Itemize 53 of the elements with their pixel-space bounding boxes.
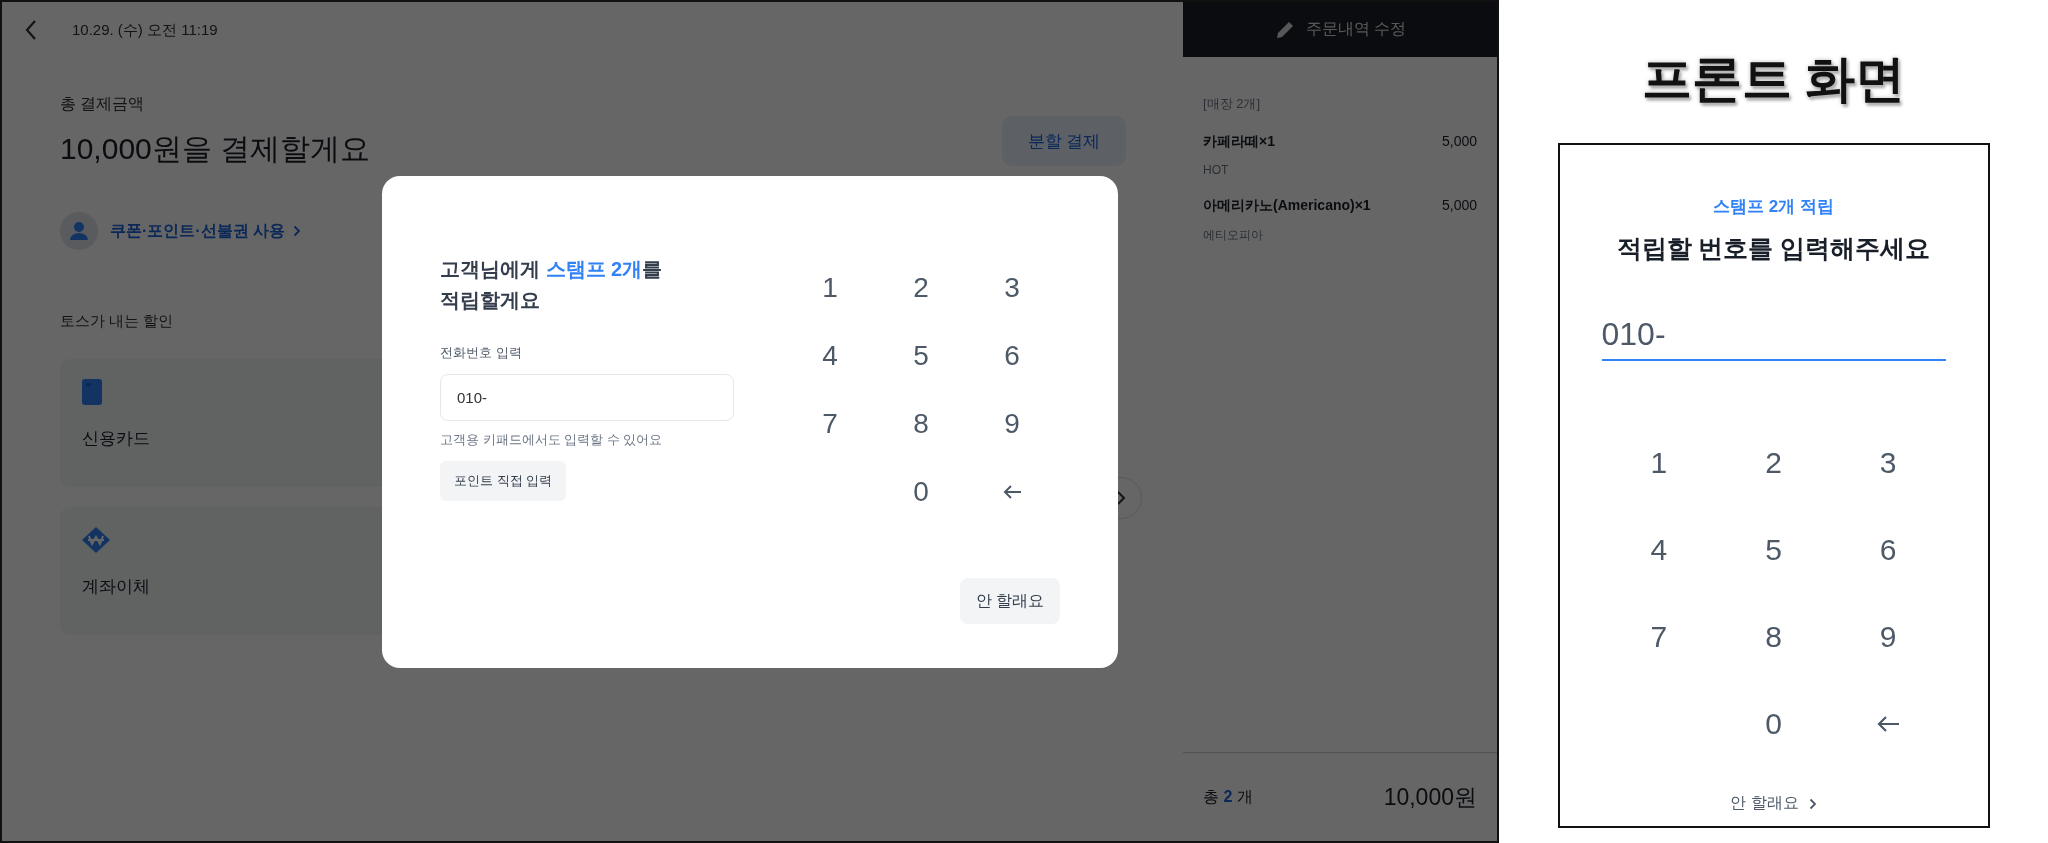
keypad-key[interactable]: 9 [972,390,1052,458]
keypad-key[interactable]: 1 [1618,419,1699,506]
keypad-key[interactable]: 8 [881,390,961,458]
method-label: 신용카드 [82,428,150,450]
item-price: 5,000 [1441,197,1477,215]
dialog-title: 고객님에게 스탬프 2개를 적립할게요 [440,257,663,313]
keypad-key[interactable]: 7 [790,390,870,458]
won-icon [82,527,110,553]
keypad-key[interactable]: 5 [881,322,961,390]
method-label: 계좌이체 [82,576,150,598]
keypad-key[interactable]: 6 [1848,506,1929,593]
keypad-key[interactable]: 0 [1733,680,1814,767]
item-option: HOT [1203,163,1477,177]
total-count: 총 2 개 [1203,786,1253,807]
points-button[interactable]: 포인트 직접 입력 [440,461,567,501]
keypad-key[interactable]: 0 [881,458,961,526]
item-price: 5,000 [1441,133,1477,151]
back-icon[interactable] [24,19,38,41]
keypad-key[interactable]: 4 [1618,506,1699,593]
chevron-icon [1116,490,1126,506]
backspace-icon [1002,484,1022,500]
cancel-button[interactable]: 안 할래요 [960,578,1060,624]
front-subtitle: 스탬프 2개 적립 [1713,196,1834,218]
keypad-key[interactable]: 3 [1848,419,1929,506]
group-label: [매장 2개] [1203,95,1262,113]
keypad-key[interactable]: 5 [1733,506,1814,593]
cancel-link[interactable]: 안 할래요 [1730,793,1799,814]
item-name: 아메리카노(Americano)×1 [1203,197,1371,215]
keypad-key[interactable]: 9 [1848,593,1929,680]
keypad-key[interactable]: 3 [972,254,1052,322]
keypad-key[interactable]: 2 [1733,419,1814,506]
datetime: 10.29. (수) 오전 11:19 [72,20,218,40]
total-label: 총 결제금액 [60,94,146,114]
phone-input[interactable]: 010- [440,374,734,421]
discount-label: 토스가 내는 할인 [60,312,175,331]
backspace-icon [1876,714,1901,733]
keypad-key[interactable]: 8 [1733,593,1814,680]
keypad-key[interactable]: 4 [790,322,870,390]
keypad-key[interactable]: 1 [790,254,870,322]
user-icon [60,212,98,250]
chevron-icon [293,225,302,237]
field-label: 전화번호 입력 [440,344,522,362]
chevron-icon [1808,797,1817,810]
keypad-key[interactable]: 2 [881,254,961,322]
item-name: 카페라떼×1 [1203,133,1275,151]
card-icon [82,379,102,405]
caption: 프론트 화면 [1641,52,1906,107]
keypad-key[interactable]: 6 [972,322,1052,390]
total-amount: 10,000원 [1383,782,1477,812]
payment-heading: 10,000원을 결제할게요 [60,131,371,167]
keypad-key[interactable]: 7 [1618,593,1699,680]
item-option: 에티오피아 [1203,227,1477,244]
front-heading: 적립할 번호를 입력해주세요 [1616,233,1931,264]
